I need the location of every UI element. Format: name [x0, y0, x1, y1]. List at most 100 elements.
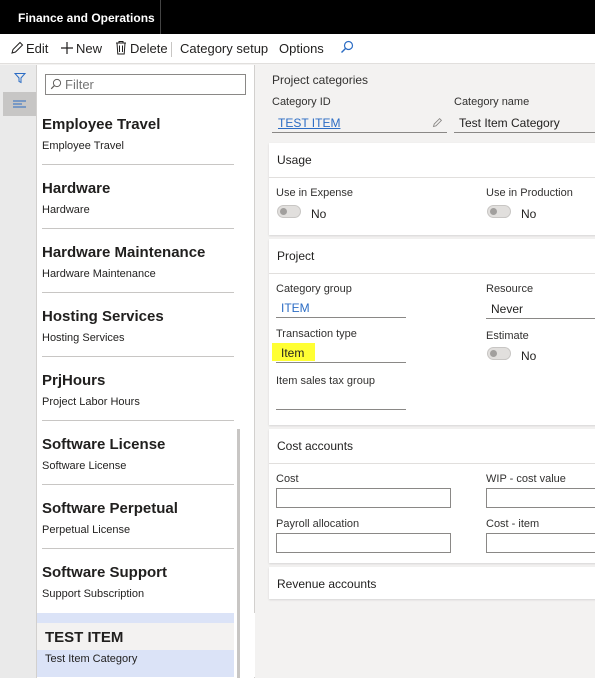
trash-icon [116, 41, 126, 55]
category-setup-button[interactable]: Category setup [180, 34, 268, 64]
options-button[interactable]: Options [279, 34, 324, 64]
category-name-label: Category name [454, 96, 530, 108]
list-item-subtitle: Perpetual License [42, 524, 131, 536]
list-item-title: Employee Travel [42, 116, 161, 133]
revenue-accounts-section: Revenue accounts [269, 567, 595, 599]
category-name-underline [454, 132, 595, 133]
list-item[interactable]: Software License Software License [37, 421, 255, 485]
category-list-panel: Employee Travel Employee Travel Hardware… [37, 65, 255, 678]
page-caption: Project categories [272, 73, 369, 87]
list-item[interactable]: Hardware Hardware [37, 165, 255, 229]
usage-title: Usage [277, 153, 312, 167]
delete-label: Delete [130, 41, 168, 56]
estimate-label: Estimate [486, 330, 529, 342]
list-item[interactable]: Hardware Maintenance Hardware Maintenanc… [37, 229, 255, 293]
estimate-toggle[interactable] [487, 347, 511, 360]
category-id-value[interactable]: TEST ITEM [278, 116, 340, 130]
cost-accounts-section: Cost accounts Cost WIP - cost value Payr… [269, 429, 595, 563]
cost-item-field[interactable] [486, 533, 595, 553]
category-name-value[interactable]: Test Item Category [459, 116, 560, 130]
search-icon [50, 78, 62, 90]
use-in-expense-label: Use in Expense [276, 187, 354, 199]
use-in-expense-value: No [311, 207, 327, 221]
list-item[interactable]: Employee Travel Employee Travel [37, 101, 255, 165]
toolbar-divider [171, 42, 172, 57]
funnel-icon [14, 73, 26, 84]
list-item-title: Hardware Maintenance [42, 244, 206, 261]
search-icon [341, 40, 354, 53]
list-item[interactable]: Hosting Services Hosting Services [37, 293, 255, 357]
resource-underline [486, 318, 595, 319]
list-item-subtitle: Test Item Category [45, 653, 138, 665]
filter-box[interactable] [45, 74, 246, 95]
search-button[interactable] [340, 34, 356, 64]
payroll-allocation-label: Payroll allocation [276, 518, 360, 530]
list-item[interactable]: Software Perpetual Perpetual License [37, 485, 255, 549]
use-in-expense-toggle[interactable] [277, 205, 301, 218]
app-bar: Finance and Operations [0, 0, 595, 34]
list-item-subtitle: Hardware Maintenance [42, 268, 156, 280]
list-item[interactable]: Software Support Support Subscription [37, 549, 255, 613]
category-group-value[interactable]: ITEM [281, 301, 310, 315]
cost-label: Cost [276, 473, 299, 485]
action-pane: Edit New Delete Category setup Options [0, 34, 595, 64]
plus-icon [61, 42, 73, 54]
pencil-icon[interactable] [432, 117, 443, 128]
list-scrollbar[interactable] [237, 429, 240, 678]
cost-accounts-header[interactable]: Cost accounts [269, 429, 595, 464]
toggle-knob [280, 208, 287, 215]
cost-field[interactable] [276, 488, 451, 508]
list-item-subtitle: Support Subscription [42, 588, 145, 600]
category-list: Employee Travel Employee Travel Hardware… [37, 101, 255, 678]
new-button[interactable]: New [60, 34, 102, 64]
revenue-accounts-header[interactable]: Revenue accounts [269, 567, 595, 599]
use-in-production-label: Use in Production [486, 187, 573, 199]
transaction-type-label: Transaction type [276, 328, 357, 340]
item-sales-tax-group-label: Item sales tax group [276, 375, 376, 387]
pencil-icon [11, 41, 24, 54]
delete-button[interactable]: Delete [114, 34, 168, 64]
list-item[interactable]: PrjHours Project Labor Hours [37, 357, 255, 421]
list-item-title: Software Perpetual [42, 500, 178, 517]
estimate-value: No [521, 349, 537, 363]
usage-header[interactable]: Usage [269, 143, 595, 178]
toggle-knob [490, 208, 497, 215]
filter-input[interactable] [65, 76, 240, 93]
list-item-title: Software Support [42, 564, 168, 581]
navigation-rail [0, 65, 37, 678]
new-label: New [76, 41, 103, 56]
list-view-button[interactable] [3, 92, 36, 116]
category-group-label: Category group [276, 283, 352, 295]
wip-cost-value-label: WIP - cost value [486, 473, 566, 485]
category-id-label: Category ID [272, 96, 331, 108]
list-item-title: TEST ITEM [45, 629, 124, 646]
transaction-type-underline [276, 362, 406, 363]
project-section: Project Category group ITEM Resource Nev… [269, 239, 595, 425]
resource-label: Resource [486, 283, 534, 295]
transaction-type-value[interactable]: Item [281, 346, 304, 360]
payroll-allocation-field[interactable] [276, 533, 451, 553]
use-in-production-toggle[interactable] [487, 205, 511, 218]
project-title: Project [277, 249, 315, 263]
revenue-accounts-title: Revenue accounts [277, 577, 377, 591]
detail-pane: Project categories Category ID TEST ITEM… [256, 65, 595, 678]
resource-value[interactable]: Never [491, 302, 523, 316]
edit-button[interactable]: Edit [10, 34, 48, 64]
list-item-title: Software License [42, 436, 166, 453]
project-header[interactable]: Project [269, 239, 595, 274]
item-sales-tax-group-underline [276, 409, 406, 410]
app-title[interactable]: Finance and Operations [0, 0, 161, 34]
usage-section: Usage Use in Expense No Use in Productio… [269, 143, 595, 235]
filter-pane-button[interactable] [3, 67, 36, 91]
category-id-underline [272, 132, 447, 133]
list-item-subtitle: Employee Travel [42, 140, 124, 152]
list-item-selected[interactable]: TEST ITEM Test Item Category [37, 613, 255, 677]
wip-cost-value-field[interactable] [486, 488, 595, 508]
toggle-knob [490, 350, 497, 357]
cost-accounts-title: Cost accounts [277, 439, 354, 453]
cost-item-label: Cost - item [486, 518, 540, 530]
list-item-title: PrjHours [42, 372, 106, 389]
list-item-title: Hosting Services [42, 308, 164, 325]
category-group-underline [276, 317, 406, 318]
list-item-title: Hardware [42, 180, 111, 197]
